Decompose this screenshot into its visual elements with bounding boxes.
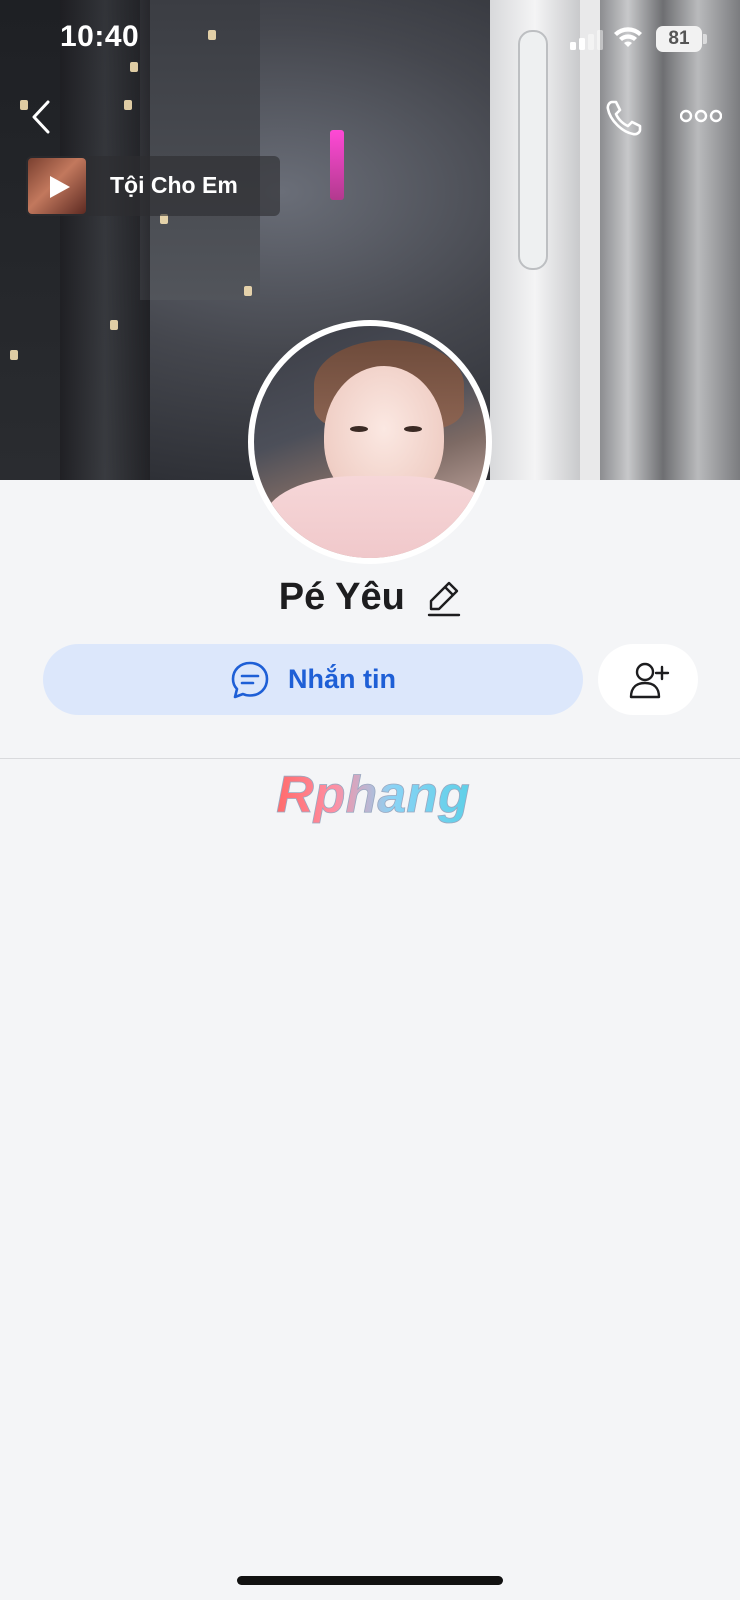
status-bar: 10:40 81 — [0, 0, 740, 80]
play-icon — [50, 176, 70, 198]
add-friend-button[interactable] — [598, 644, 698, 715]
phone-icon[interactable] — [604, 98, 644, 138]
watermark-logo: Rphang — [276, 766, 470, 825]
profile-screen: 10:40 81 Tội Cho Em Pé Yêu Nhắn tin Rpha… — [0, 0, 740, 1600]
avatar-photo — [254, 326, 486, 558]
music-title: Tội Cho Em — [110, 172, 238, 198]
section-divider — [0, 758, 740, 759]
album-art — [28, 158, 86, 214]
profile-name: Pé Yêu — [278, 576, 405, 618]
home-indicator[interactable] — [237, 1576, 503, 1585]
add-friend-icon — [629, 662, 670, 699]
avatar[interactable] — [248, 320, 492, 564]
message-button-label: Nhắn tin — [288, 664, 396, 694]
status-time: 10:40 — [60, 20, 140, 53]
battery-icon: 81 — [656, 26, 702, 52]
battery-cap — [703, 34, 707, 44]
watermark-text: Rphang — [276, 766, 470, 824]
message-button[interactable]: Nhắn tin — [43, 644, 583, 715]
profile-name-row: Pé Yêu — [0, 576, 740, 632]
pencil-icon[interactable] — [427, 579, 461, 617]
chevron-left-icon[interactable] — [28, 98, 54, 136]
cellular-signal-icon — [570, 28, 604, 50]
chat-bubble-icon — [231, 661, 269, 698]
profile-music-button[interactable]: Tội Cho Em — [26, 156, 280, 216]
more-dots-icon[interactable] — [680, 104, 722, 128]
wifi-icon — [614, 27, 642, 47]
